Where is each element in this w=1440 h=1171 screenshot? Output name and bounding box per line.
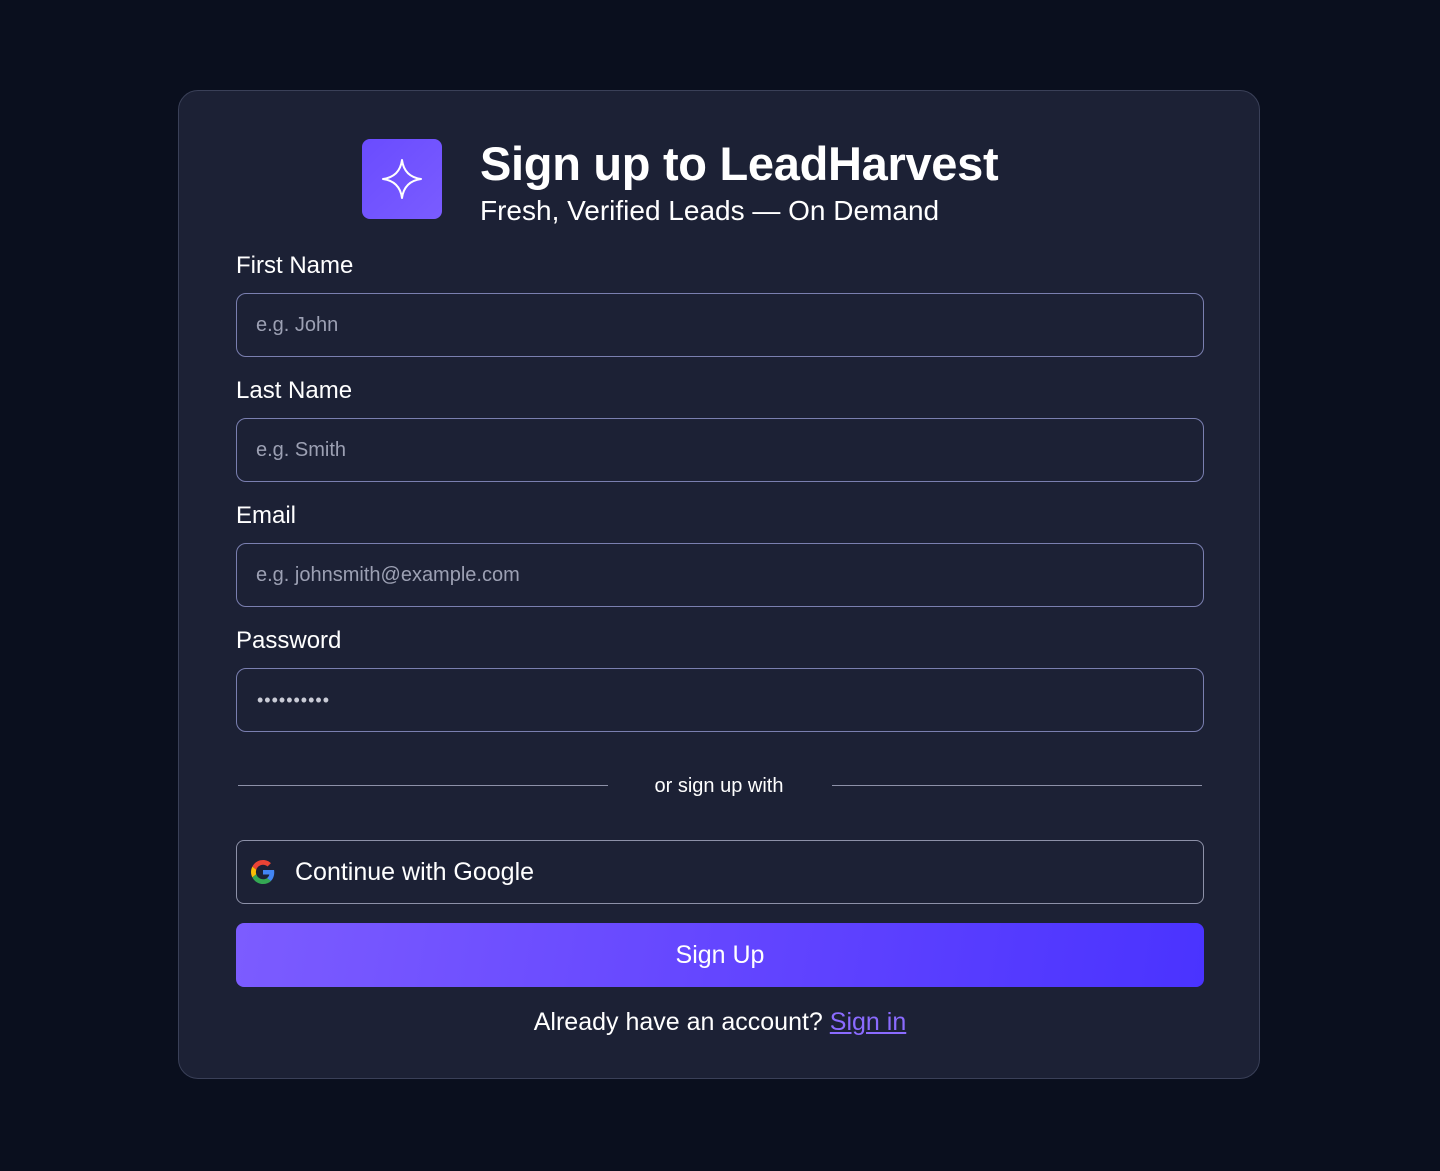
header: Sign up to LeadHarvest Fresh, Verified L… (362, 137, 999, 229)
last-name-input[interactable] (236, 418, 1204, 482)
first-name-label: First Name (236, 252, 354, 279)
divider-text: or sign up with (654, 775, 784, 797)
footer-prompt: Already have an account? (533, 1008, 823, 1036)
password-input[interactable]: •••••••••• (236, 668, 1204, 732)
signup-card: Sign up to LeadHarvest Fresh, Verified L… (178, 90, 1260, 1079)
password-label: Password (236, 627, 342, 654)
email-input[interactable] (236, 543, 1204, 607)
divider-line-right (832, 785, 1202, 786)
last-name-label: Last Name (236, 377, 353, 404)
page-title: Sign up to LeadHarvest (480, 137, 999, 190)
divider-line-left (238, 785, 608, 786)
first-name-input[interactable] (236, 293, 1204, 357)
sign-up-button[interactable]: Sign Up (236, 923, 1204, 987)
header-titles: Sign up to LeadHarvest Fresh, Verified L… (480, 135, 999, 229)
continue-with-google-button[interactable]: Continue with Google (236, 840, 1204, 904)
google-button-label: Continue with Google (295, 857, 535, 886)
sign-in-link[interactable]: Sign in (830, 1008, 906, 1036)
logo (362, 139, 442, 219)
password-masked-value: •••••••••• (257, 689, 331, 710)
page-subtitle: Fresh, Verified Leads — On Demand (480, 195, 940, 226)
footer: Already have an account? Sign in (179, 1005, 1261, 1039)
email-label: Email (236, 502, 297, 529)
sparkle-icon (382, 159, 422, 199)
google-icon (251, 860, 275, 884)
